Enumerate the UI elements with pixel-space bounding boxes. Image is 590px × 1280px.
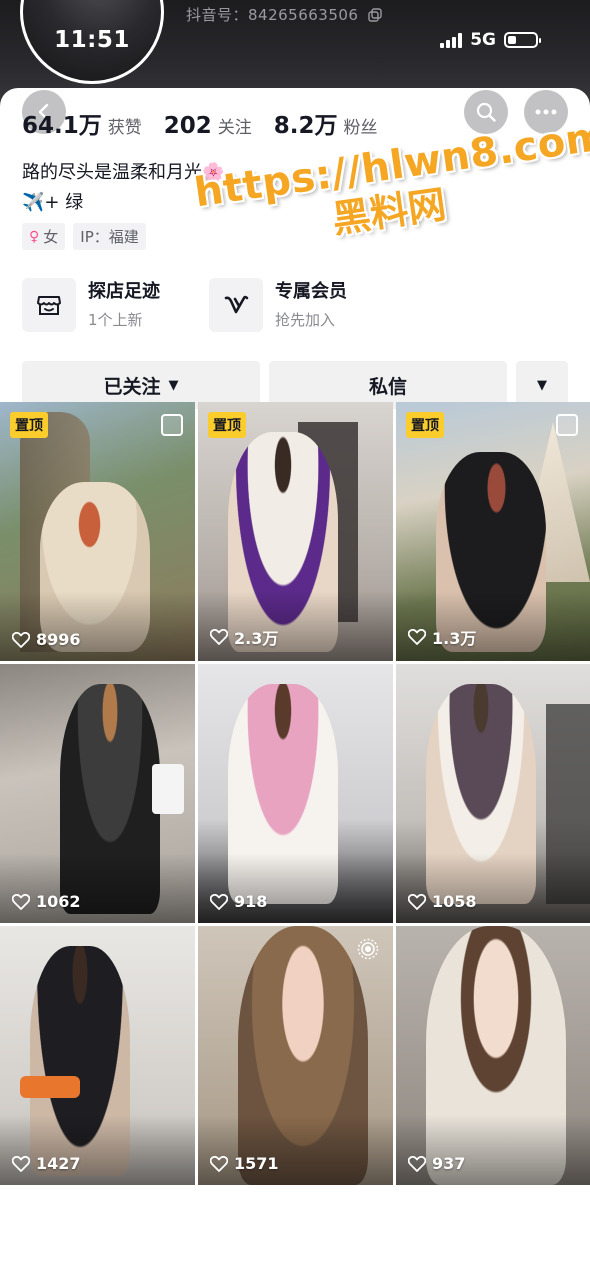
like-count: 918 [210,892,267,911]
like-count-value: 918 [234,892,268,911]
ip-tag: IP：福建 [73,223,146,250]
like-count: 1.3万 [408,625,476,649]
gender-label: 女 [43,228,59,246]
feature-exclusive-member[interactable]: 专属会员 抢先加入 [209,278,347,332]
feature-title: 专属会员 [275,281,347,302]
status-time: 11:51 [54,27,130,53]
pinned-badge: 置顶 [406,412,444,438]
video-thumbnail[interactable]: 置顶 2.3万 [198,402,393,661]
message-label: 私信 [368,375,407,398]
like-count: 1062 [12,892,81,911]
ip-label: IP：福建 [80,228,139,246]
feature-subtitle: 抢先加入 [275,311,336,329]
video-grid: 置顶 8996 置顶 2.3万 置顶 1.3万 1062 918 1058 14… [0,402,590,1185]
heart-icon [408,629,426,645]
stat-label: 粉丝 [343,118,378,138]
select-checkbox[interactable] [161,414,183,436]
profile-stats: 64.1万 获赞 202 关注 8.2万 粉丝 [22,106,400,140]
video-thumbnail[interactable]: 1058 [396,664,590,923]
stat-likes[interactable]: 64.1万 获赞 [22,106,142,140]
like-count-value: 1058 [432,892,477,911]
video-thumbnail[interactable]: 1571 [198,926,393,1185]
like-count: 1058 [408,892,477,911]
heart-icon [12,893,30,910]
shop-icon [22,278,76,332]
network-label: 5G [470,30,496,50]
like-count: 937 [408,1154,465,1173]
stat-followers[interactable]: 8.2万 粉丝 [274,106,378,140]
like-count: 1571 [210,1154,279,1173]
heart-icon [12,1155,30,1172]
like-count-value: 1062 [36,892,81,911]
stat-value: 8.2万 [273,113,338,139]
heart-icon [210,893,228,910]
heart-icon [408,893,426,910]
heart-icon [210,629,228,645]
copy-icon[interactable] [368,8,382,26]
heart-icon [210,1155,228,1172]
status-bar-right: 5G [440,30,541,50]
pinned-badge: 置顶 [10,412,48,438]
caret-down-icon: ▼ [168,377,179,393]
pinned-badge: 置顶 [208,412,246,438]
feature-shop-visits[interactable]: 探店足迹 1个上新 [22,278,160,332]
feature-subtitle: 1个上新 [88,311,143,329]
video-thumbnail[interactable]: 置顶 8996 [0,402,195,661]
stat-label: 关注 [217,118,252,138]
video-thumbnail[interactable]: 1427 [0,926,195,1185]
gender-tag: ♀ 女 [22,223,66,250]
more-icon [535,109,557,115]
video-thumbnail[interactable]: 937 [396,926,590,1185]
member-v-icon [209,278,263,332]
like-count: 8996 [12,630,81,649]
like-count-value: 937 [432,1154,466,1173]
heart-icon [408,1155,426,1172]
like-count-value: 1427 [36,1154,81,1173]
stat-value: 64.1万 [22,113,102,139]
feature-title: 探店足迹 [88,281,160,302]
live-photo-icon [357,938,379,964]
like-count: 2.3万 [210,625,278,649]
select-checkbox[interactable] [556,414,578,436]
douyin-id-text: 抖音号：84265663506 [186,6,359,24]
female-icon: ♀ [29,228,40,245]
like-count-value: 2.3万 [234,629,279,648]
like-count-value: 8996 [36,630,81,649]
search-icon [476,102,496,122]
like-count-value: 1.3万 [432,629,477,648]
caret-down-icon: ▼ [537,377,547,393]
stat-value: 202 [163,113,212,139]
avatar[interactable]: 11:51 [20,0,164,84]
heart-icon [12,631,30,648]
signal-icon [440,32,463,48]
like-count: 1427 [12,1154,81,1173]
stat-following[interactable]: 202 关注 [164,113,252,139]
stat-label: 获赞 [107,118,142,138]
following-label: 已关注 [103,375,161,398]
video-thumbnail[interactable]: 1062 [0,664,195,923]
video-thumbnail[interactable]: 置顶 1.3万 [396,402,590,661]
video-thumbnail[interactable]: 918 [198,664,393,923]
like-count-value: 1571 [234,1154,279,1173]
battery-icon [504,32,541,48]
profile-tags: ♀ 女 IP：福建 [22,223,146,250]
douyin-id-row[interactable]: 抖音号：84265663506 [186,4,382,26]
